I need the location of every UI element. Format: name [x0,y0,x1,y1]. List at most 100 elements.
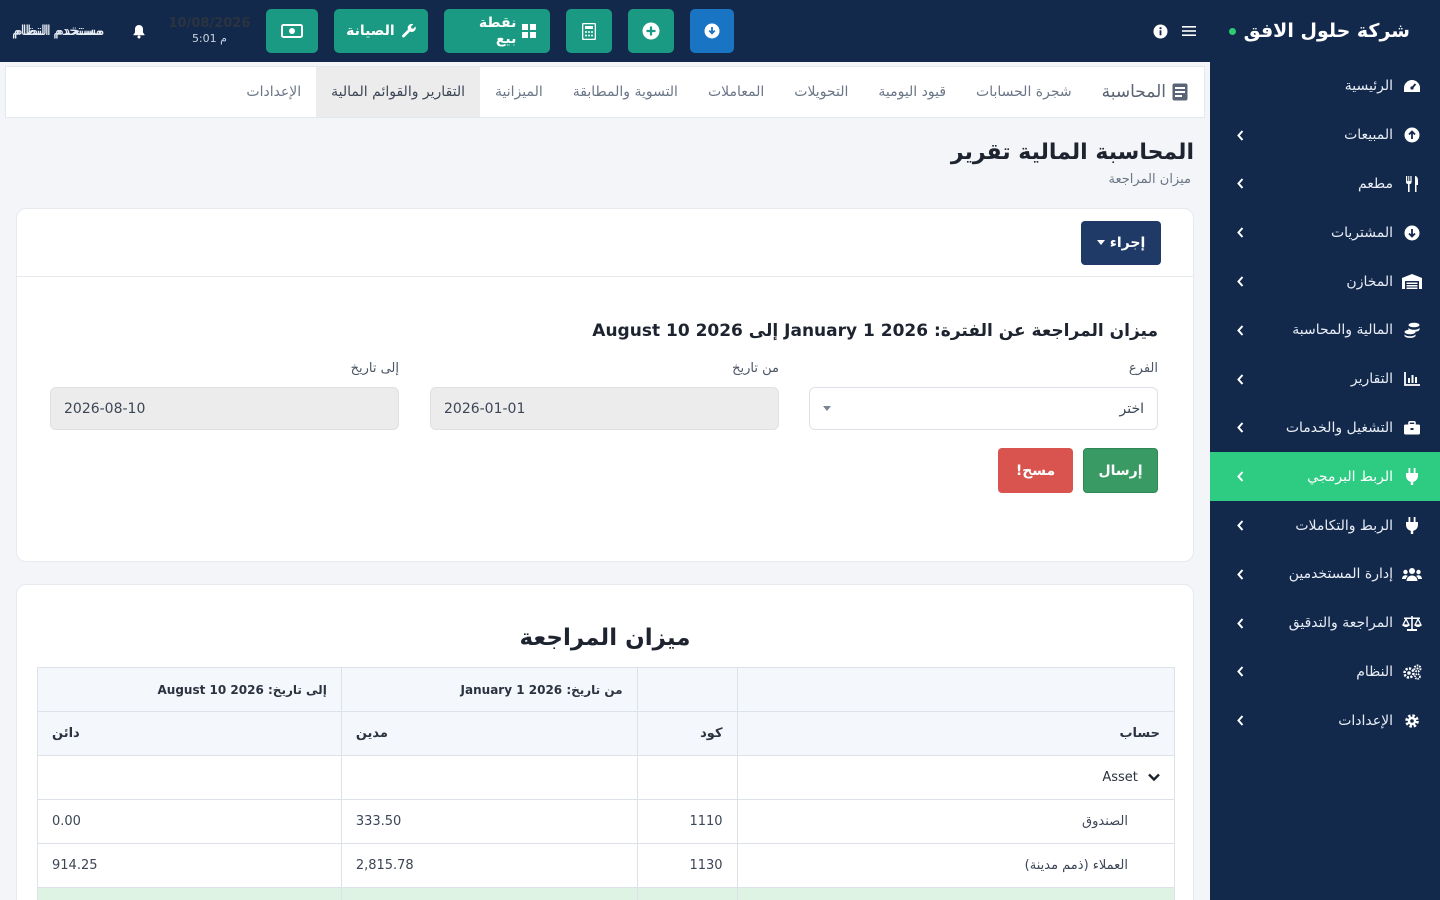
dashboard-icon [1402,76,1422,96]
group-label: Asset [1102,770,1138,785]
page-title: المحاسبة المالية تقرير [950,140,1194,165]
to-date-field[interactable] [50,387,399,430]
add-button[interactable] [628,9,675,53]
bell-icon[interactable] [131,23,147,39]
sidebar-item-8[interactable]: الربط البرمجي [1210,452,1440,502]
column-debit: مدين [340,711,638,756]
table-period-row: من تاريخ: January 1 2026 إلى تاريخ: Augu… [37,667,1176,712]
sidebar-item-10[interactable]: إدارة المستخدمين [1210,550,1440,599]
sidebar-item-label: الإعدادات [1338,712,1393,729]
clear-button[interactable]: مسح! [998,448,1073,493]
wrench-icon [401,23,417,39]
sidebar-item-11[interactable]: المراجعة والتدقيق [1210,599,1440,648]
column-account: حساب [736,711,1176,756]
tab-5[interactable]: الميزانية [480,67,558,117]
period-spacer-code [636,667,738,712]
online-status-dot [1228,27,1236,35]
sidebar-item-5[interactable]: المالية والمحاسبة [1210,306,1440,355]
sidebar-item-label: المالية والمحاسبة [1292,322,1393,339]
brand[interactable]: شركة حلول الافق [1210,0,1440,62]
sidebar-item-9[interactable]: الربط والتكاملات [1210,501,1440,550]
info-icon[interactable] [1153,24,1168,39]
code-cell: 1130 [636,843,738,888]
from-date-input[interactable] [444,400,765,417]
chevron-down-icon[interactable] [1148,773,1160,782]
group-row[interactable]: Asset [37,755,1176,800]
tab-3[interactable]: المعاملات [693,67,779,117]
sidebar-item-label: المشتريات [1330,224,1393,241]
ledger-book-icon [1172,83,1188,101]
chevron-left-icon [1234,715,1246,727]
chevron-left-icon [1234,373,1246,385]
trial-balance-table: من تاريخ: January 1 2026 إلى تاريخ: Augu… [37,667,1176,900]
arrow-up-circle-icon [1402,125,1422,145]
group-cell[interactable]: Asset [736,755,1176,800]
grid-icon [522,24,537,38]
sidebar-item-4[interactable]: المخازن [1210,257,1440,306]
to-date-label: إلى تاريخ [350,361,399,376]
table-row[interactable]: الصندوق 1110 333.50 0.00 [37,799,1176,844]
sidebar-item-label: إدارة المستخدمين [1288,566,1393,583]
table-header-row: حساب كود مدين دائن [37,711,1176,756]
code-cell: 1110 [636,799,738,844]
download-button[interactable] [690,9,735,53]
company-name: شركة حلول الافق [1243,20,1410,42]
filter-card: إجراء ميزان المراجعة عن الفترة: January … [16,208,1194,562]
sidebar-item-12[interactable]: النظام [1210,648,1440,697]
scale-icon [1402,613,1422,633]
sidebar-item-label: الربط والتكاملات [1295,517,1393,534]
cash-button[interactable] [266,9,319,53]
account-cell: العملاء (ذمم مدينة) [736,843,1176,888]
plus-circle-icon [642,22,660,40]
sidebar-item-label: المراجعة والتدقيق [1288,615,1393,632]
user-menu[interactable]: مستخدم النظام [14,23,105,39]
plug-icon [1402,516,1422,536]
maintenance-button[interactable]: الصيانة [334,9,429,53]
tab-accounting-home[interactable]: المحاسبة [1087,67,1188,117]
table-row[interactable]: العملاء (ذمم مدينة) 1130 2,815.78 914.25 [37,843,1176,888]
submit-button[interactable]: إرسال [1083,448,1158,493]
tab-7[interactable]: الإعدادات [231,67,316,117]
chevron-left-icon [1234,666,1246,678]
from-date-header: من تاريخ: January 1 2026 [340,667,638,712]
warehouse-icon [1402,272,1422,292]
sidebar-item-13[interactable]: الإعدادات [1210,696,1440,745]
debit-cell: 333.50 [340,799,638,844]
branch-select[interactable]: اختر [809,387,1158,430]
table-row-highlight [37,887,1176,900]
menu-toggle-icon[interactable] [1182,25,1196,37]
tab-1[interactable]: قيود اليومية [863,67,961,117]
chart-icon [1402,369,1422,389]
debit-cell: 2,815.78 [340,843,638,888]
sidebar-item-6[interactable]: التقارير [1210,355,1440,404]
current-date: 10/08/2026 [168,16,251,31]
download-circle-icon [704,23,720,39]
select-caret-icon [823,406,831,411]
money-icon [281,24,304,38]
to-date-input[interactable] [64,400,385,417]
chevron-left-icon [1234,178,1246,190]
pos-button[interactable]: نقطة بيع [444,9,551,53]
sidebar-item-2[interactable]: مطعم [1210,160,1440,209]
sidebar-item-label: الربط البرمجي [1307,468,1393,485]
tab-6[interactable]: التقارير والقوائم المالية [316,67,481,117]
column-code: كود [636,711,738,756]
group-debit-cell [340,755,638,800]
topbar-actions: الصيانة نقطة بيع [266,9,735,53]
from-date-field[interactable] [430,387,779,430]
sidebar-item-label: المبيعات [1344,127,1393,144]
sidebar-item-1[interactable]: المبيعات [1210,111,1440,160]
sidebar: شركة حلول الافق الرئيسية المبيعات مطعم المش… [1210,0,1440,900]
tab-0[interactable]: شجرة الحسابات [961,67,1087,117]
sidebar-item-7[interactable]: التشغيل والخدمات [1210,404,1440,453]
tab-4[interactable]: التسوية والمطابقة [558,67,693,117]
sidebar-item-3[interactable]: المشتريات [1210,208,1440,257]
current-time: 5:01 م [191,32,227,45]
calculator-button[interactable] [566,9,613,53]
filter-card-header: إجراء [17,209,1193,277]
column-credit: دائن [37,711,342,756]
action-dropdown-button[interactable]: إجراء [1081,220,1161,265]
tab-2[interactable]: التحويلات [779,67,863,117]
sidebar-item-0[interactable]: الرئيسية [1210,62,1440,111]
credit-cell: 914.25 [37,843,342,888]
